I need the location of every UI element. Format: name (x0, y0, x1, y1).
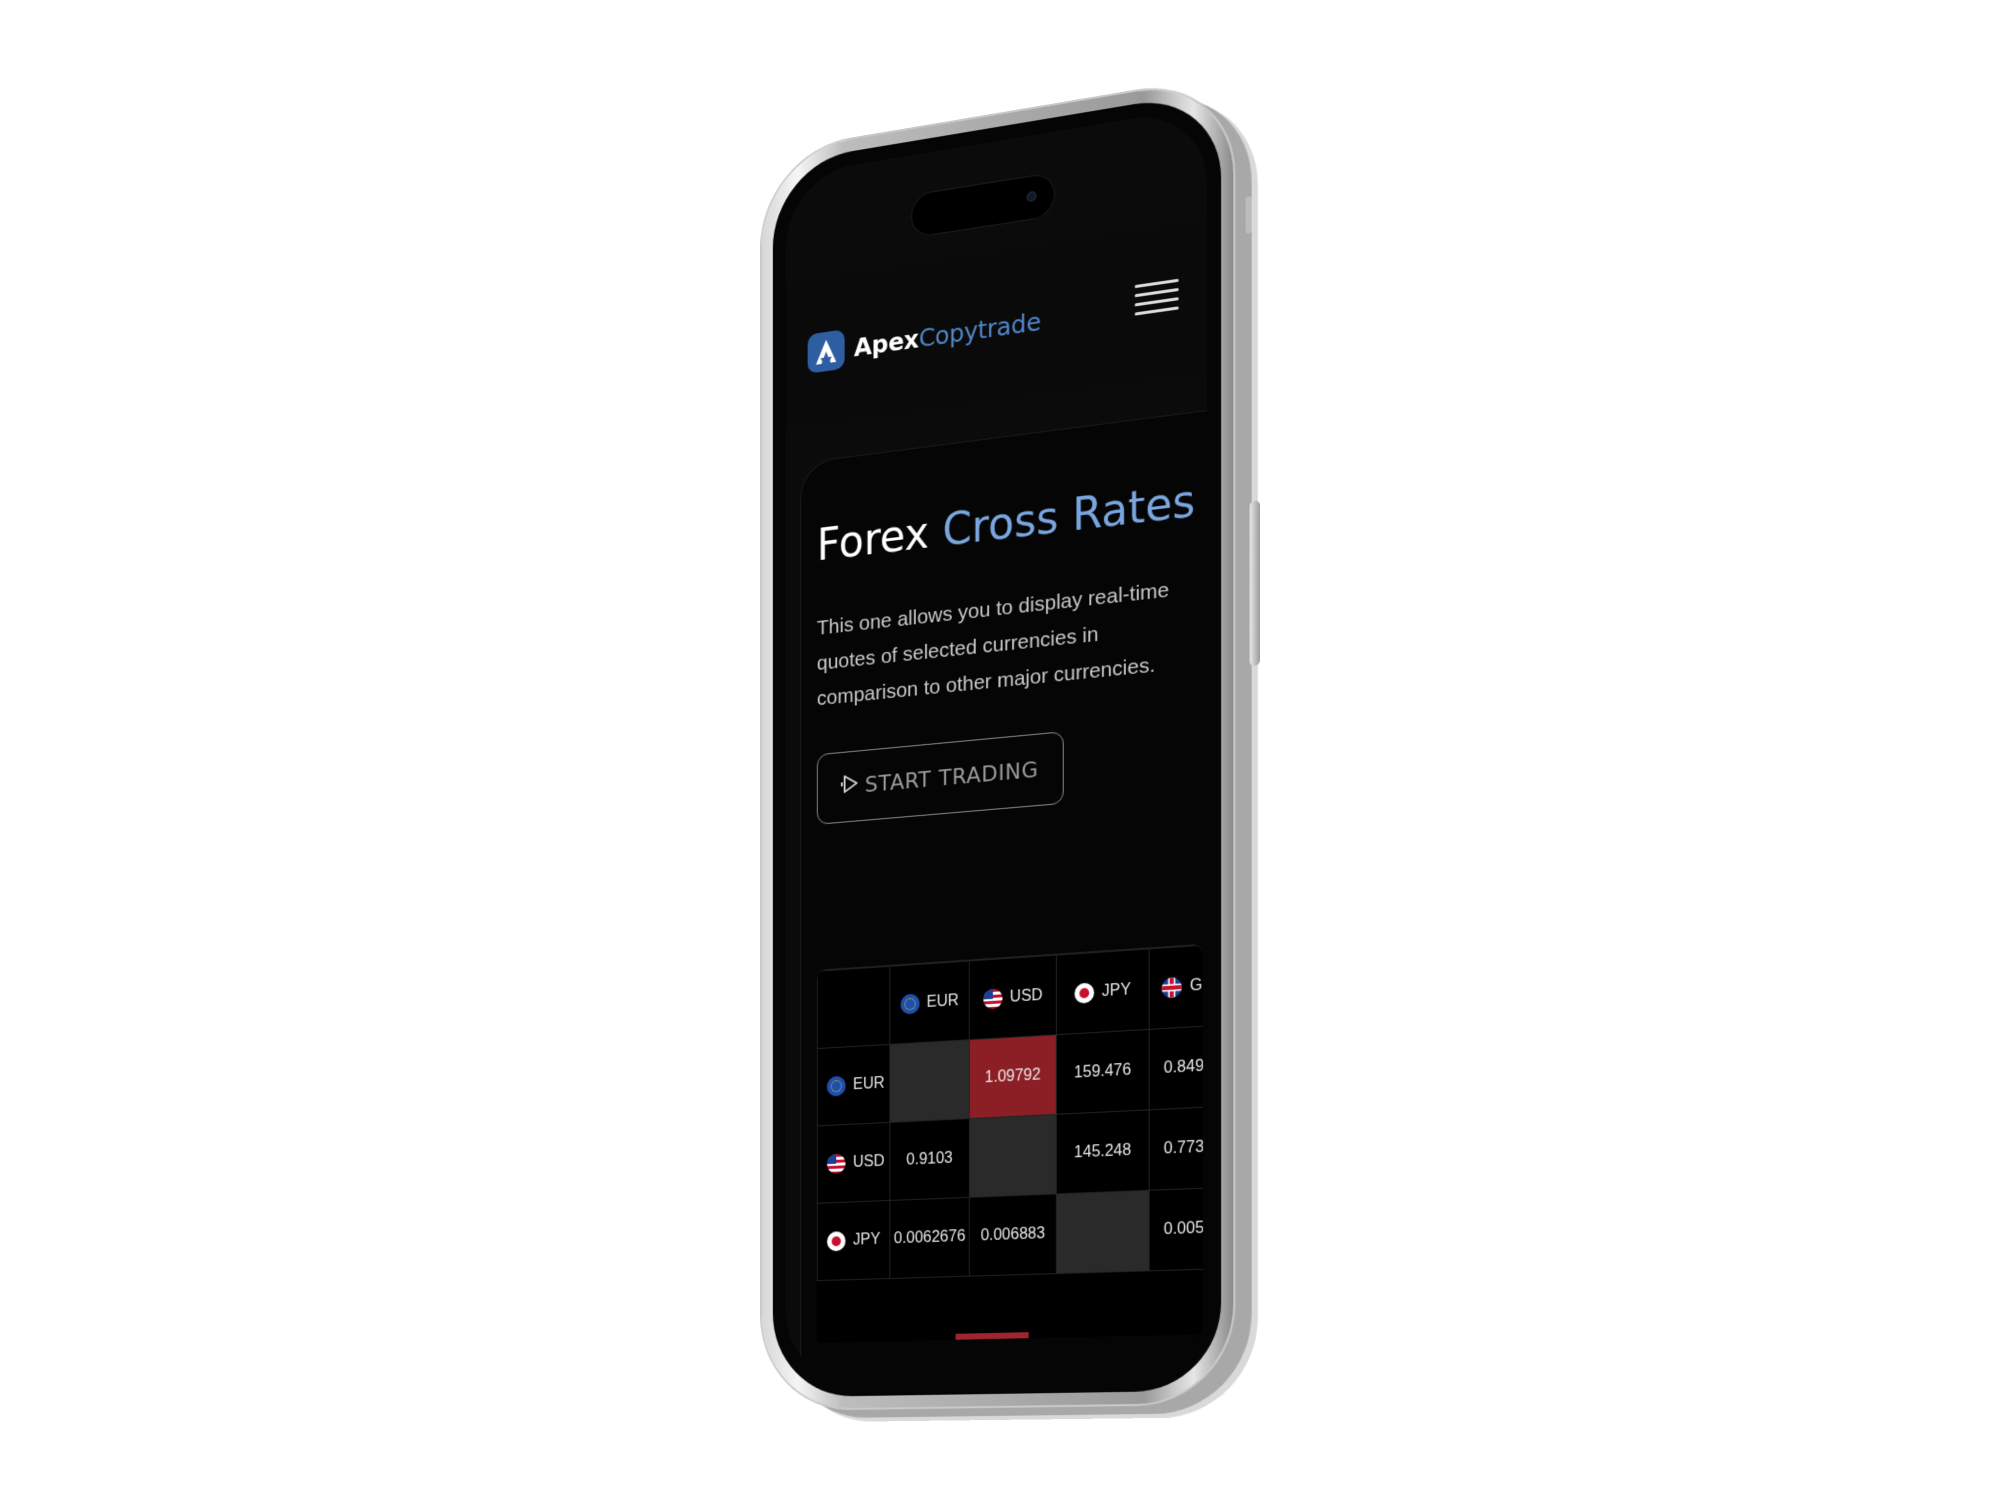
cross-rates-table: EUR USD JPY G EUR 1.09792 159.476 0.849 (817, 943, 1203, 1281)
row-header-label: JPY (852, 1231, 881, 1249)
forex-cross-rates-widget[interactable]: EUR USD JPY G EUR 1.09792 159.476 0.849 (816, 943, 1203, 1343)
column-header-gbp[interactable]: G (1149, 943, 1203, 1030)
gbp-flag-icon (1161, 976, 1182, 999)
column-header-label: EUR (926, 992, 959, 1012)
rate-cell[interactable]: 0.849 (1149, 1024, 1203, 1110)
row-header-label: USD (852, 1153, 885, 1172)
column-header-eur[interactable]: EUR (889, 960, 970, 1045)
usd-flag-icon (827, 1153, 846, 1174)
eur-flag-icon (827, 1075, 846, 1097)
hero-description: This one allows you to display real-time… (816, 578, 1170, 711)
brand-logo[interactable]: ApexCopytrade (807, 301, 1041, 374)
play-icon (841, 772, 860, 801)
jpy-flag-icon (1074, 982, 1094, 1004)
column-header-label: G (1189, 976, 1203, 995)
menu-icon[interactable] (1131, 272, 1183, 320)
rate-cell[interactable]: 1.09792 (969, 1034, 1057, 1119)
rate-cell-indicator (955, 1332, 1029, 1340)
page-title-part2: Cross Rates (942, 475, 1196, 557)
phone-mockup: ApexCopytrade Forex Cross Rates This one… (761, 75, 1260, 1410)
camera-icon (1027, 191, 1036, 202)
rate-cell[interactable]: 145.248 (1056, 1109, 1150, 1194)
start-trading-label: START TRADING (864, 757, 1039, 798)
eur-flag-icon (900, 993, 920, 1015)
usd-flag-icon (982, 988, 1003, 1010)
stage: ApexCopytrade Forex Cross Rates This one… (0, 0, 2000, 1500)
row-header-label: EUR (852, 1075, 885, 1094)
rate-cell[interactable]: 0.773 (1149, 1105, 1203, 1191)
phone-screen: ApexCopytrade Forex Cross Rates This one… (785, 106, 1207, 1384)
row-header-usd[interactable]: USD (817, 1122, 890, 1204)
rate-cell[interactable]: 159.476 (1056, 1029, 1150, 1115)
logo-mark-icon (807, 329, 845, 374)
rate-cell[interactable]: 0.9103 (889, 1118, 970, 1201)
rate-cell[interactable]: 0.006883 (969, 1193, 1057, 1277)
brand-name-part1: Apex (853, 323, 919, 362)
hero-card: Forex Cross Rates This one allows you to… (800, 410, 1207, 1384)
jpy-flag-icon (827, 1231, 846, 1252)
site-header: ApexCopytrade (785, 219, 1207, 430)
rate-cell[interactable]: 0.0062676 (889, 1197, 970, 1279)
rate-cell[interactable]: 0.005 (1149, 1187, 1203, 1271)
menu-line (1134, 278, 1179, 289)
page-title: Forex Cross Rates (816, 475, 1196, 572)
column-header-jpy[interactable]: JPY (1056, 948, 1150, 1035)
menu-line (1134, 287, 1179, 298)
brand-name: ApexCopytrade (853, 306, 1041, 362)
page-title-part1: Forex (816, 507, 930, 572)
column-header-usd[interactable]: USD (969, 955, 1057, 1040)
menu-line (1134, 306, 1179, 316)
column-header-label: USD (1009, 986, 1043, 1007)
row-header-eur[interactable]: EUR (817, 1044, 890, 1126)
rate-cell[interactable] (969, 1114, 1057, 1198)
menu-line (1134, 297, 1179, 307)
brand-name-part2: Copytrade (918, 306, 1041, 353)
phone-side-button (1249, 500, 1260, 667)
phone-side-button-top (1245, 195, 1252, 234)
table-row: JPY 0.0062676 0.006883 0.005 (817, 1187, 1203, 1281)
row-header-jpy[interactable]: JPY (817, 1200, 890, 1281)
start-trading-button[interactable]: START TRADING (816, 731, 1064, 825)
column-header-label: JPY (1101, 981, 1131, 1001)
dynamic-island (911, 171, 1055, 239)
rate-cell[interactable] (889, 1039, 970, 1123)
table-corner-cell (817, 966, 890, 1049)
rate-cell[interactable] (1056, 1190, 1150, 1274)
